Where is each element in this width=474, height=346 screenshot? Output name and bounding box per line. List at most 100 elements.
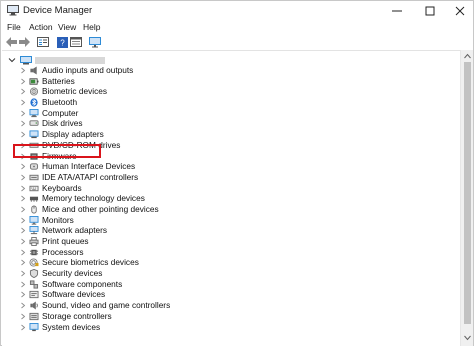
help-button[interactable]: ? xyxy=(55,36,69,48)
device-category-audio-inputs-and-outputs[interactable]: Audio inputs and outputs xyxy=(2,65,460,76)
device-category-label: Audio inputs and outputs xyxy=(42,65,134,75)
chevron-right-icon[interactable] xyxy=(20,227,26,234)
device-category-label: System devices xyxy=(42,321,101,332)
device-category-label: Monitors xyxy=(42,214,74,225)
forward-icon xyxy=(18,37,30,47)
scrollbar-thumb[interactable] xyxy=(464,62,471,324)
ide-icon xyxy=(29,174,39,181)
chevron-right-icon[interactable] xyxy=(20,67,26,74)
chevron-right-icon[interactable] xyxy=(20,195,26,202)
device-category-software-devices[interactable]: Software devices xyxy=(2,289,460,300)
device-category-memory-technology-devices[interactable]: Memory technology devices xyxy=(2,193,460,204)
chevron-right-icon[interactable] xyxy=(20,174,26,181)
forward-button[interactable] xyxy=(17,36,31,48)
chevron-right-icon[interactable] xyxy=(20,88,26,95)
maximize-button[interactable] xyxy=(415,1,445,21)
software-component-icon xyxy=(29,280,39,289)
chevron-right-icon[interactable] xyxy=(20,78,26,85)
device-category-label: Keyboards xyxy=(42,182,82,193)
title-bar: Device Manager xyxy=(1,1,473,21)
device-category-human-interface-devices[interactable]: Human Interface Devices xyxy=(2,161,460,172)
vertical-scrollbar[interactable] xyxy=(460,50,473,346)
device-category-label: Batteries xyxy=(42,75,75,86)
maximize-icon xyxy=(425,6,435,16)
memory-icon xyxy=(29,196,39,202)
chevron-right-icon[interactable] xyxy=(20,259,26,266)
device-category-bluetooth[interactable]: Bluetooth xyxy=(2,97,460,108)
device-category-label: Display adapters xyxy=(42,129,104,140)
close-button[interactable] xyxy=(445,1,474,21)
chevron-right-icon[interactable] xyxy=(20,110,26,117)
device-category-batteries[interactable]: Batteries xyxy=(2,76,460,87)
menu-view[interactable]: View xyxy=(58,22,76,32)
device-category-label: Bluetooth xyxy=(42,97,78,108)
keyboard-icon xyxy=(29,185,39,191)
chevron-right-icon[interactable] xyxy=(20,217,26,224)
device-category-ide-ata-atapi-controllers[interactable]: IDE ATA/ATAPI controllers xyxy=(2,172,460,183)
device-category-monitors[interactable]: Monitors xyxy=(2,215,460,226)
device-category-print-queues[interactable]: Print queues xyxy=(2,236,460,247)
device-category-software-components[interactable]: Software components xyxy=(2,279,460,290)
device-category-display-adapters[interactable]: Display adapters xyxy=(2,129,460,140)
svg-text:?: ? xyxy=(60,38,65,47)
device-category-network-adapters[interactable]: Network adapters xyxy=(2,225,460,236)
sound-icon xyxy=(30,301,38,310)
chevron-down-icon xyxy=(8,58,16,63)
device-category-security-devices[interactable]: Security devices xyxy=(2,268,460,279)
scroll-up-icon[interactable] xyxy=(463,52,472,60)
device-category-label: Secure biometrics devices xyxy=(42,257,139,268)
device-category-biometric-devices[interactable]: Biometric devices xyxy=(2,86,460,97)
device-category-label: Disk drives xyxy=(42,118,83,129)
menu-bar: File Action View Help xyxy=(1,21,473,35)
view-button[interactable] xyxy=(69,36,83,48)
chevron-right-icon[interactable] xyxy=(20,291,26,298)
chevron-right-icon[interactable] xyxy=(20,99,26,106)
disk-icon xyxy=(29,120,39,127)
device-category-disk-drives[interactable]: Disk drives xyxy=(2,118,460,129)
chevron-right-icon[interactable] xyxy=(20,206,26,213)
mouse-icon xyxy=(31,205,37,214)
menu-action[interactable]: Action xyxy=(29,22,53,32)
back-icon xyxy=(5,37,17,47)
device-category-list: Audio inputs and outputs Batteries Biometr… xyxy=(2,65,460,332)
display-icon xyxy=(29,130,39,139)
device-category-storage-controllers[interactable]: Storage controllers xyxy=(2,311,460,322)
processor-icon xyxy=(29,249,39,255)
minimize-button[interactable] xyxy=(382,1,412,21)
tree-root[interactable] xyxy=(8,55,105,65)
chevron-right-icon[interactable] xyxy=(20,324,26,331)
device-category-system-devices[interactable]: System devices xyxy=(2,322,460,333)
storage-icon xyxy=(29,312,39,320)
security-icon xyxy=(29,269,39,279)
device-category-label: Mice and other pointing devices xyxy=(42,203,159,214)
chevron-right-icon[interactable] xyxy=(20,120,26,127)
device-category-secure-biometrics-devices[interactable]: Secure biometrics devices xyxy=(2,257,460,268)
chevron-right-icon[interactable] xyxy=(20,302,26,309)
monitor-button[interactable] xyxy=(88,36,102,48)
back-button[interactable] xyxy=(4,36,18,48)
chevron-right-icon[interactable] xyxy=(20,131,26,138)
device-category-sound-video-and-game-controllers[interactable]: Sound, video and game controllers xyxy=(2,300,460,311)
menu-help[interactable]: Help xyxy=(83,22,100,32)
menu-file[interactable]: File xyxy=(7,22,21,32)
device-category-processors[interactable]: Processors xyxy=(2,247,460,258)
device-category-keyboards[interactable]: Keyboards xyxy=(2,183,460,194)
device-category-label: Software devices xyxy=(42,289,106,300)
chevron-right-icon[interactable] xyxy=(20,281,26,288)
device-category-label: Computer xyxy=(42,107,79,118)
properties-button[interactable] xyxy=(36,36,50,48)
chevron-right-icon[interactable] xyxy=(20,313,26,320)
chevron-right-icon[interactable] xyxy=(20,238,26,245)
monitor-icon xyxy=(29,215,39,225)
window-title: Device Manager xyxy=(23,5,93,16)
chevron-right-icon[interactable] xyxy=(20,185,26,192)
chevron-right-icon[interactable] xyxy=(20,270,26,277)
device-category-label: Print queues xyxy=(42,236,89,246)
scroll-down-icon[interactable] xyxy=(463,334,472,342)
device-category-computer[interactable]: Computer xyxy=(2,108,460,119)
computer-icon xyxy=(29,108,39,117)
device-manager-window: Device Manager File Action View Help ? A… xyxy=(0,0,474,346)
chevron-right-icon[interactable] xyxy=(20,249,26,256)
chevron-right-icon[interactable] xyxy=(20,163,26,170)
device-category-mice-and-other-pointing-devices[interactable]: Mice and other pointing devices xyxy=(2,204,460,215)
